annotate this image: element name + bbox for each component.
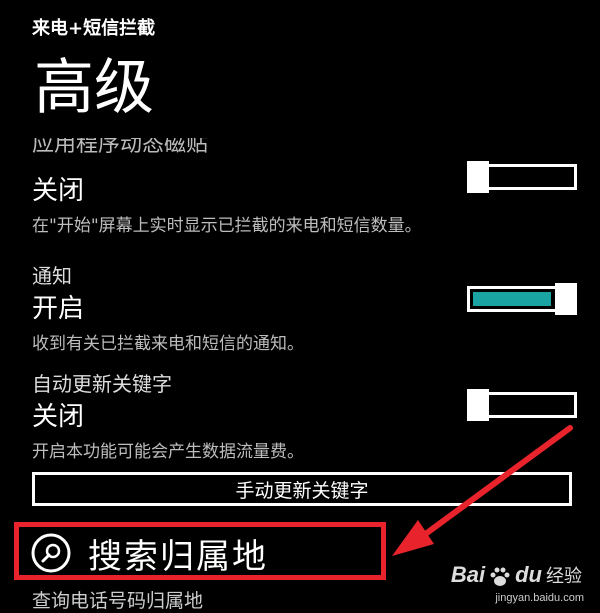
annotation-arrow <box>392 425 573 556</box>
paw-icon <box>490 567 510 586</box>
baidu-watermark: Bai du 经验 <box>451 562 582 588</box>
watermark-url: jingyan.baidu.com <box>495 592 584 604</box>
watermark-brand: Bai <box>450 562 486 587</box>
watermark-brand-suffix: du <box>515 562 542 587</box>
watermark-cn: 经验 <box>546 566 582 587</box>
